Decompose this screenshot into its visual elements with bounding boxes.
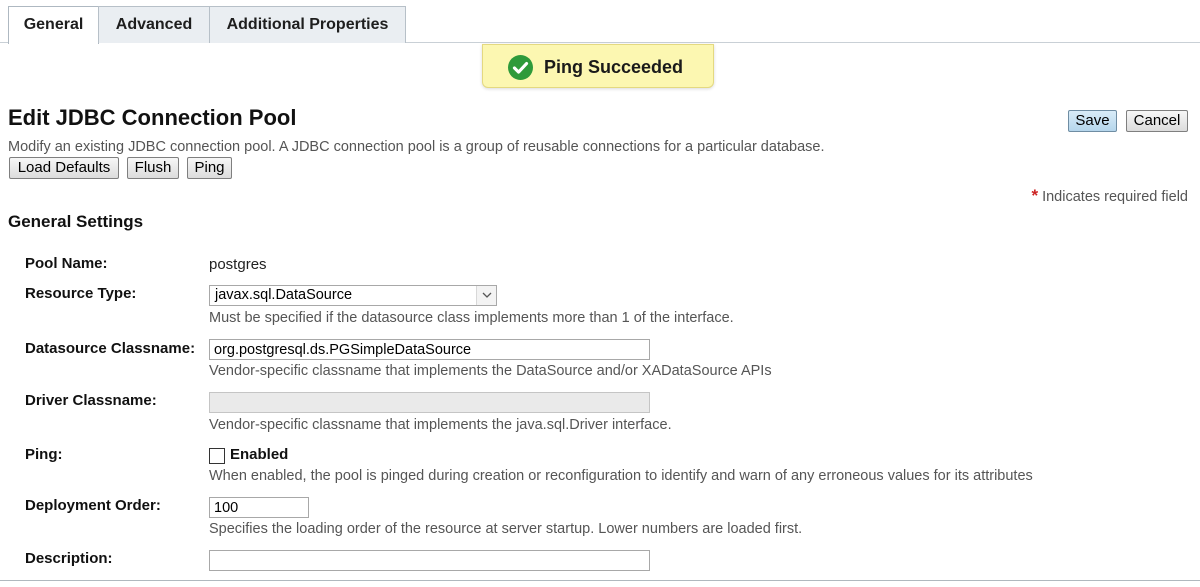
driver-classname-label: Driver Classname: [25,392,157,409]
cancel-button[interactable]: Cancel [1126,110,1188,132]
deployment-order-input[interactable] [209,497,309,518]
pool-name-label: Pool Name: [25,255,108,272]
pool-name-value: postgres [209,256,267,273]
description-input[interactable] [209,550,650,571]
ping-button[interactable]: Ping [187,157,232,179]
section-title: General Settings [8,212,144,231]
check-circle-icon [508,55,533,80]
page-title: Edit JDBC Connection Pool [8,105,297,130]
ping-help: When enabled, the pool is pinged during … [209,468,1033,484]
driver-classname-help: Vendor-specific classname that implement… [209,417,672,433]
required-field-note: * Indicates required field [1031,186,1188,206]
datasource-classname-help: Vendor-specific classname that implement… [209,363,772,379]
ping-label: Ping: [25,446,63,463]
datasource-classname-label: Datasource Classname: [25,340,196,357]
divider [0,580,1200,581]
resource-type-select[interactable]: javax.sql.DataSource [209,285,497,306]
deployment-order-label: Deployment Order: [25,497,161,514]
load-defaults-button[interactable]: Load Defaults [9,157,119,179]
tab-general[interactable]: General [8,6,99,44]
page-description: Modify an existing JDBC connection pool.… [8,139,825,155]
resource-type-help: Must be specified if the datasource clas… [209,310,734,326]
ping-status-banner: Ping Succeeded [482,44,714,88]
description-label: Description: [25,550,113,567]
ping-status-message: Ping Succeeded [544,57,684,77]
required-note-text: Indicates required field [1042,189,1188,205]
flush-button[interactable]: Flush [127,157,179,179]
driver-classname-input [209,392,650,413]
chevron-down-icon [482,292,492,298]
deployment-order-help: Specifies the loading order of the resou… [209,521,803,537]
required-star: * [1031,186,1039,205]
ping-enabled-checkbox[interactable] [209,448,225,464]
tab-advanced[interactable]: Advanced [98,6,210,43]
tab-bar: General Advanced Additional Properties [0,0,1200,44]
resource-type-selected: javax.sql.DataSource [215,287,353,303]
ping-enabled-label[interactable]: Enabled [230,446,288,463]
resource-type-label: Resource Type: [25,285,137,302]
dropdown-arrow[interactable] [476,286,496,305]
save-button[interactable]: Save [1068,110,1117,132]
datasource-classname-input[interactable] [209,339,650,360]
tab-additional-properties[interactable]: Additional Properties [209,6,406,43]
